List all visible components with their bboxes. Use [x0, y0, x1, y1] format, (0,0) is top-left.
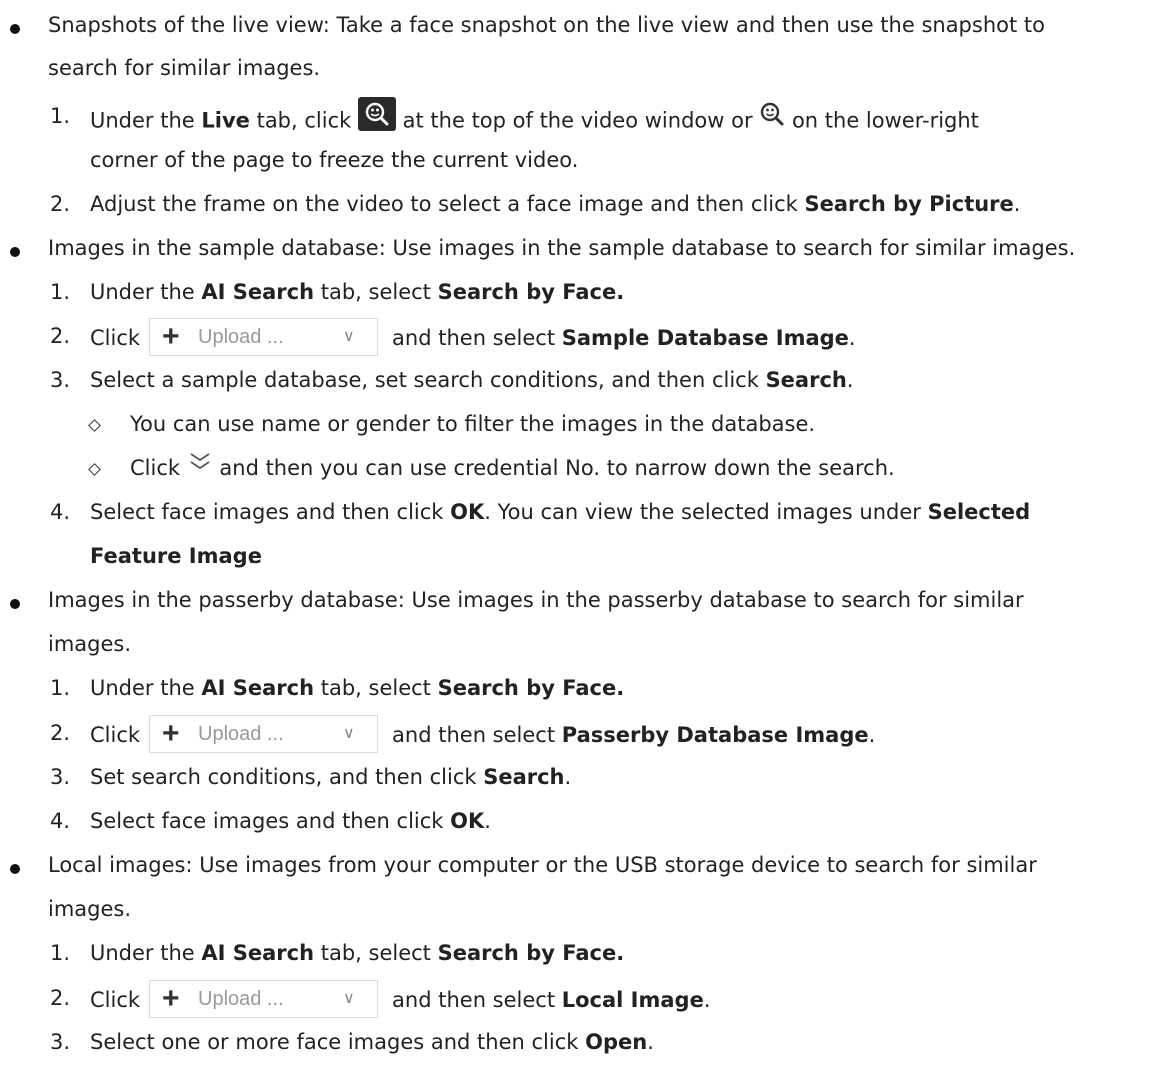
plus-icon: + — [162, 320, 180, 353]
step-number: 1. — [50, 104, 71, 128]
bullet-dot — [10, 247, 20, 257]
plus-icon: + — [162, 982, 180, 1015]
bullet-dot — [10, 24, 20, 34]
snapshot-search-icon[interactable] — [759, 101, 785, 136]
upload-button[interactable]: + Upload ... ∨ — [149, 715, 379, 753]
snapshot-search-icon-dark[interactable] — [357, 97, 396, 140]
bullet-text: Snapshots of the live view: Take a face … — [48, 13, 1045, 37]
bullet-text-cont: search for similar images. — [48, 56, 321, 80]
document-page: Snapshots of the live view: Take a face … — [0, 0, 1172, 1073]
bullet-dot — [10, 599, 20, 609]
live-tab-name: Live — [201, 108, 250, 133]
upload-button[interactable]: + Upload ... ∨ — [149, 318, 379, 356]
diamond-bullet — [88, 463, 101, 476]
bullet-dot — [10, 864, 20, 874]
upload-button[interactable]: + Upload ... ∨ — [149, 980, 379, 1018]
double-chevron-down-icon[interactable] — [187, 450, 213, 482]
chevron-down-icon: ∨ — [343, 328, 355, 345]
step-text-cont: corner of the page to freeze the current… — [90, 148, 579, 172]
diamond-bullet — [88, 419, 101, 432]
chevron-down-icon: ∨ — [343, 990, 355, 1007]
plus-icon: + — [162, 717, 180, 750]
chevron-down-icon: ∨ — [343, 725, 355, 742]
